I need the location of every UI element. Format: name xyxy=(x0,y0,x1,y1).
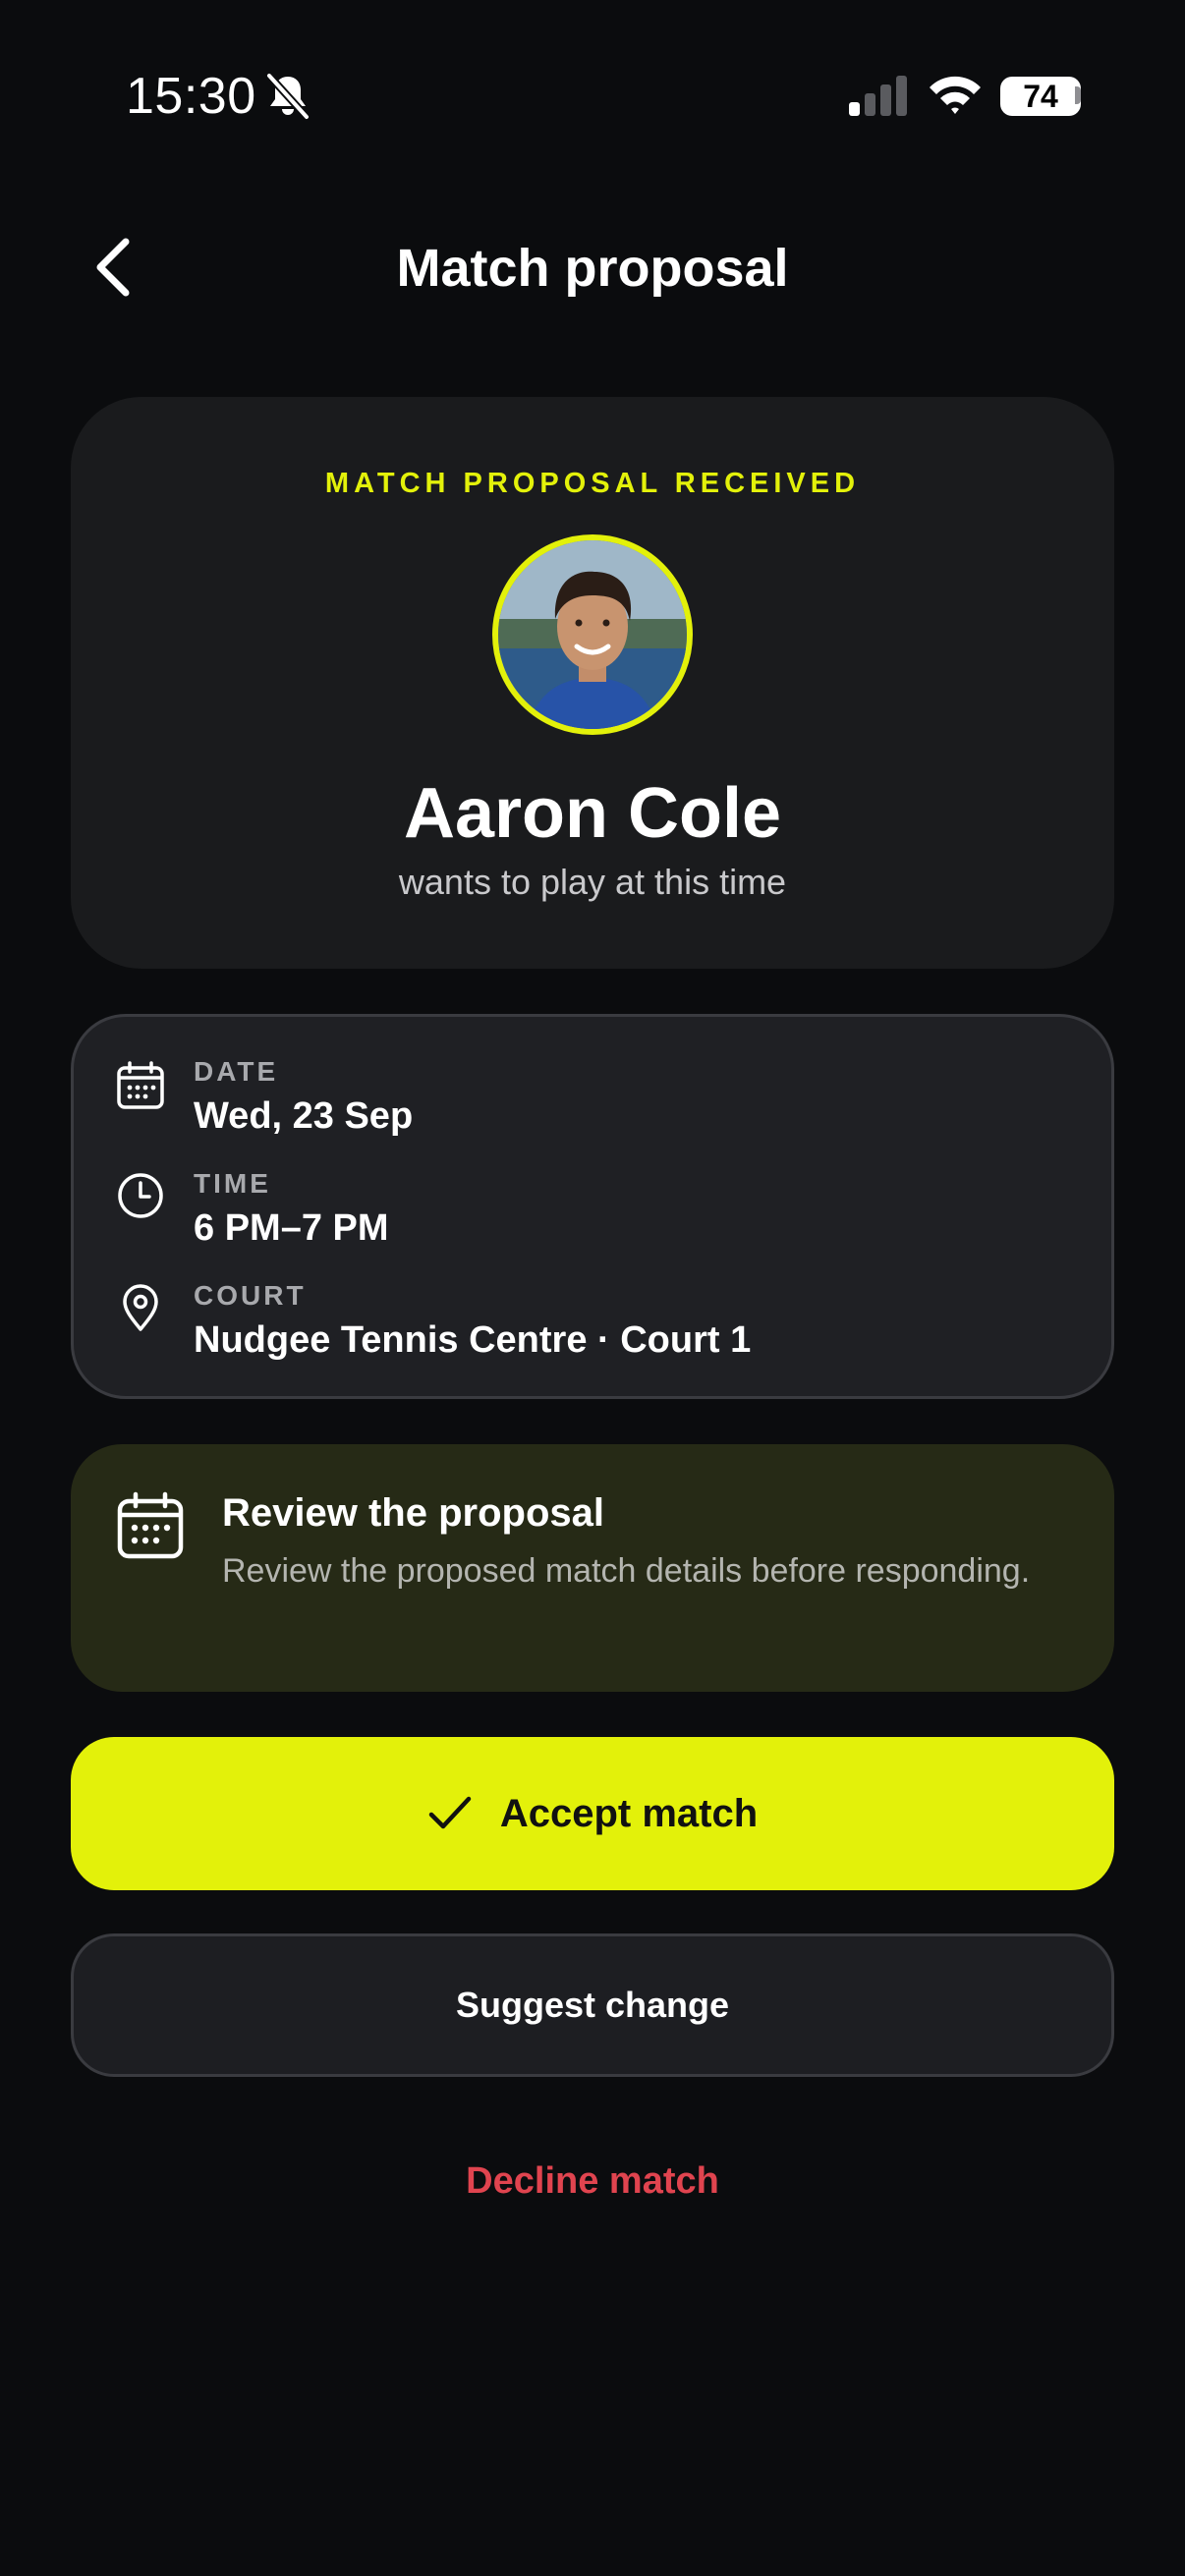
suggest-change-label: Suggest change xyxy=(455,1985,730,2025)
clock-icon xyxy=(118,1173,163,1218)
info-text: Review the proposed match details before… xyxy=(222,1552,1031,1590)
proposal-subtitle: wants to play at this time xyxy=(398,862,787,902)
battery-icon: 74 xyxy=(1000,77,1081,116)
page-title: Match proposal xyxy=(396,239,789,298)
battery-level: 74 xyxy=(1023,79,1058,114)
date-label: DATE xyxy=(194,1056,279,1087)
status-time: 15:30 xyxy=(126,68,256,125)
checkmark-icon xyxy=(428,1796,472,1829)
match-details-card: DATE Wed, 23 Sep TIME 6 PM–7 PM COURT Nu… xyxy=(71,1014,1114,1399)
date-value: Wed, 23 Sep xyxy=(194,1095,414,1137)
court-value: Nudgee Tennis Centre · Court 1 xyxy=(194,1319,752,1361)
bell-off-icon xyxy=(266,73,310,120)
review-info-card: Review the proposal Review the proposed … xyxy=(71,1444,1114,1692)
wifi-icon xyxy=(930,76,981,114)
avatar xyxy=(492,534,693,735)
calendar-icon xyxy=(117,1061,164,1109)
suggest-change-button[interactable]: Suggest change xyxy=(71,1933,1114,2077)
proposal-status-label: MATCH PROPOSAL RECEIVED xyxy=(324,468,861,499)
avatar-image xyxy=(498,540,687,729)
proposal-card: MATCH PROPOSAL RECEIVED Aaron Cole wants… xyxy=(71,397,1114,969)
location-pin-icon xyxy=(123,1284,158,1331)
player-name: Aaron Cole xyxy=(403,774,782,853)
court-label: COURT xyxy=(194,1280,307,1311)
time-label: TIME xyxy=(194,1168,271,1199)
info-title: Review the proposal xyxy=(222,1491,604,1535)
cellular-signal-icon xyxy=(849,76,907,116)
decline-match-button[interactable]: Decline match xyxy=(0,2154,1185,2209)
battery-tip xyxy=(1075,86,1081,104)
accept-match-label: Accept match xyxy=(499,1791,759,1835)
time-value: 6 PM–7 PM xyxy=(194,1207,389,1249)
calendar-icon xyxy=(117,1491,184,1559)
accept-match-button[interactable]: Accept match xyxy=(71,1737,1114,1890)
